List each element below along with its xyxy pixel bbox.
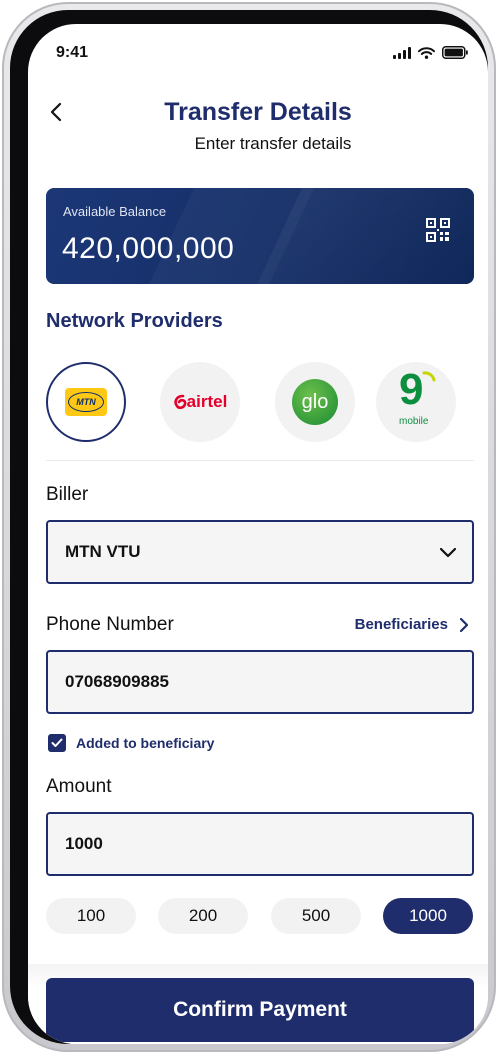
- amount-value: 1000: [65, 834, 103, 853]
- biller-label: Biller: [46, 484, 89, 505]
- page-title: Transfer Details: [164, 98, 352, 126]
- beneficiary-checkbox-label: Added to beneficiary: [76, 735, 215, 751]
- amount-input[interactable]: 1000: [46, 812, 474, 876]
- phone-label: Phone Number: [46, 614, 174, 635]
- check-icon: [51, 738, 63, 747]
- balance-label: Available Balance: [63, 204, 167, 219]
- qr-code-icon[interactable]: [426, 218, 450, 242]
- quick-amount-1000[interactable]: 1000: [383, 898, 473, 934]
- balance-value: 420,000,000: [62, 232, 235, 265]
- glo-logo: glo: [292, 379, 338, 425]
- provider-mtn[interactable]: MTN: [46, 362, 126, 442]
- phone-frame: 9:41 Transfer Details Enter transfer det…: [2, 2, 496, 1052]
- biller-select[interactable]: MTN VTU: [46, 520, 474, 584]
- battery-icon: [442, 46, 468, 59]
- status-icons: [393, 46, 468, 59]
- beneficiaries-label: Beneficiaries: [354, 616, 448, 633]
- balance-card: Available Balance 420,000,000: [46, 188, 474, 284]
- 9mobile-logo-subtext: mobile: [399, 416, 429, 427]
- airtel-swirl-icon: [174, 394, 187, 410]
- mtn-logo-text: MTN: [68, 392, 104, 412]
- quick-amounts: 100 200 500 1000: [46, 898, 474, 934]
- quick-amount-100[interactable]: 100: [46, 898, 136, 934]
- wifi-icon: [418, 46, 435, 59]
- amount-label: Amount: [46, 776, 112, 797]
- provider-9mobile[interactable]: 9 mobile: [376, 362, 456, 442]
- status-time: 9:41: [56, 44, 89, 61]
- airtel-logo: airtel: [173, 392, 228, 412]
- phone-number-value: 07068909885: [65, 672, 170, 691]
- quick-amount-500[interactable]: 500: [271, 898, 361, 934]
- confirm-payment-button[interactable]: Confirm Payment: [46, 978, 474, 1042]
- chevron-down-icon: [439, 547, 457, 558]
- beneficiary-checkbox-row[interactable]: Added to beneficiary: [48, 734, 214, 752]
- 9mobile-logo-text: 9: [399, 365, 424, 414]
- page-subtitle: Enter transfer details: [194, 134, 352, 153]
- glo-logo-text: glo: [301, 390, 329, 413]
- beneficiary-checkbox[interactable]: [48, 734, 66, 752]
- section-divider: [46, 460, 474, 461]
- 9mobile-logo: 9 mobile: [391, 368, 441, 432]
- 9mobile-accent-icon: [422, 371, 436, 382]
- section-title-network: Network Providers: [46, 310, 223, 332]
- provider-glo[interactable]: glo: [275, 362, 355, 442]
- biller-value: MTN VTU: [65, 542, 141, 561]
- mtn-logo: MTN: [65, 388, 107, 416]
- phone-number-input[interactable]: 07068909885: [46, 650, 474, 714]
- app-screen: 9:41 Transfer Details Enter transfer det…: [28, 24, 488, 1044]
- beneficiaries-link[interactable]: Beneficiaries: [355, 616, 470, 633]
- airtel-logo-text: airtel: [186, 392, 228, 411]
- provider-airtel[interactable]: airtel: [160, 362, 240, 442]
- signal-icon: [393, 46, 411, 59]
- phone-bezel: 9:41 Transfer Details Enter transfer det…: [10, 10, 488, 1044]
- quick-amount-200[interactable]: 200: [158, 898, 248, 934]
- chevron-right-icon: [459, 617, 469, 632]
